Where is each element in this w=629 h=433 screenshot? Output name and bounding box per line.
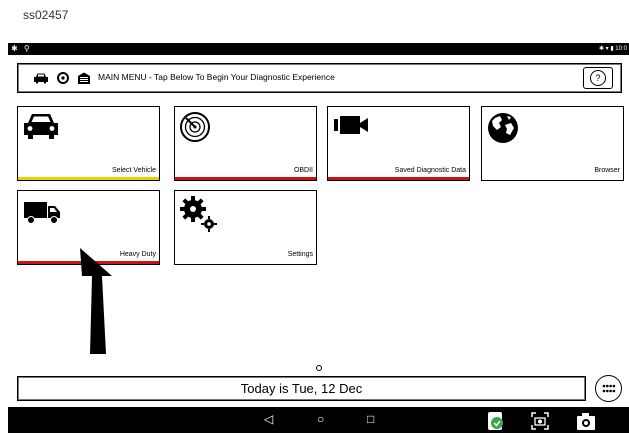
date-bar: Today is Tue, 12 Dec — [17, 376, 586, 401]
status-icons-right: ✱ ▾ ▮ 10:0 — [598, 46, 627, 52]
help-button[interactable]: ? — [583, 67, 613, 89]
image-caption: ss02457 — [23, 8, 69, 22]
tile-settings[interactable]: Settings — [174, 190, 317, 265]
main-menu-header: MAIN MENU - Tap Below To Begin Your Diag… — [17, 63, 622, 93]
tile-obdii[interactable]: OBDII — [174, 106, 317, 181]
home-button[interactable]: ○ — [317, 412, 324, 426]
back-button[interactable]: ◁ — [264, 412, 273, 426]
tile-saved-diagnostic-data[interactable]: Saved Diagnostic Data — [327, 106, 470, 181]
video-camera-icon — [334, 116, 368, 134]
screenshot-icon[interactable] — [530, 411, 550, 431]
header-title: MAIN MENU - Tap Below To Begin Your Diag… — [98, 72, 335, 82]
camera-icon[interactable] — [575, 410, 599, 432]
truck-icon — [24, 202, 60, 224]
security-app-icon[interactable] — [486, 411, 506, 431]
tile-label: Select Vehicle — [112, 167, 156, 174]
callout-arrow-icon — [80, 248, 112, 354]
tire-icon — [57, 72, 69, 84]
tile-status-bar — [175, 177, 316, 180]
globe-icon — [488, 113, 518, 143]
car-icon — [34, 73, 48, 84]
tile-label: Heavy Duty — [119, 251, 156, 258]
android-nav-bar: ◁ ○ □ — [8, 407, 629, 433]
status-icons-left: ✱ ⚲ — [11, 44, 32, 53]
garage-icon — [78, 72, 90, 84]
apps-grid-icon — [602, 384, 615, 392]
tile-label: Settings — [287, 251, 313, 258]
tile-status-bar — [18, 177, 159, 180]
status-bar: ✱ ⚲ ✱ ▾ ▮ 10:0 — [8, 43, 629, 55]
page-indicator-dot — [316, 365, 322, 371]
tile-status-bar — [328, 177, 469, 180]
tile-label: Browser — [594, 167, 620, 174]
apps-grid-button[interactable] — [595, 375, 622, 402]
date-text: Today is Tue, 12 Dec — [240, 381, 363, 396]
car-icon — [24, 114, 58, 139]
recent-apps-button[interactable]: □ — [367, 412, 374, 426]
help-icon: ? — [590, 70, 606, 86]
tile-label: Saved Diagnostic Data — [394, 167, 466, 174]
tile-browser[interactable]: Browser — [481, 106, 624, 181]
radar-icon — [180, 112, 210, 142]
gears-icon — [180, 196, 217, 232]
tile-label: OBDII — [293, 167, 313, 174]
tile-select-vehicle[interactable]: Select Vehicle — [17, 106, 160, 181]
